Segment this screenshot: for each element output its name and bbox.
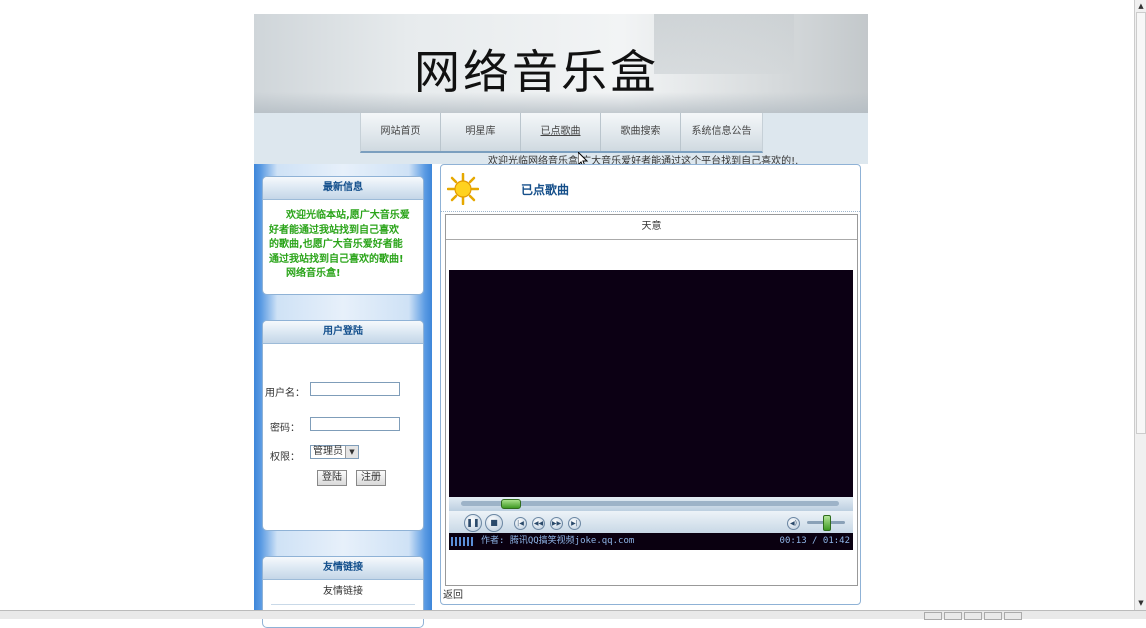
pause-icon[interactable]: ❚❚ [464,514,482,532]
player-controls: ❚❚ ■ |◀ ◀◀ ▶▶ ▶| ◀) [449,511,853,534]
password-field[interactable] [310,417,400,431]
nav-item-announcements[interactable]: 系统信息公告 [681,113,762,151]
next-icon[interactable]: ▶| [568,517,581,530]
volume-handle[interactable] [823,515,831,531]
scroll-up-icon[interactable]: ▲ [1136,1,1146,11]
role-label: 权限： [270,452,300,463]
news-line: 好者能通过我站找到自己喜欢 [269,224,399,236]
password-label: 密码： [270,423,300,434]
status-cell [944,612,962,620]
stop-icon[interactable]: ■ [485,514,503,532]
banner-decoration [654,14,794,74]
fast-forward-icon[interactable]: ▶▶ [550,517,563,530]
username-field[interactable] [310,382,400,396]
news-line: 欢迎光临本站,愿广大音乐爱 [286,210,410,221]
nav-item-label: 歌曲搜索 [620,126,661,137]
status-cell [984,612,1002,620]
nav-item-song-search[interactable]: 歌曲搜索 [601,113,681,151]
nav-item-stars[interactable]: 明星库 [441,113,521,151]
video-author: 作者: 腾讯QQ搞笑视频joke.qq.com [481,536,635,546]
player-info-bar: 作者: 腾讯QQ搞笑视频joke.qq.com 00:13 / 01:42 [449,533,853,550]
main-nav: 网站首页 明星库 已点歌曲 歌曲搜索 系统信息公告 [360,113,763,153]
speaker-icon[interactable]: ◀) [787,517,800,530]
status-cell [1004,612,1022,620]
friend-link[interactable]: 友情链接 [271,580,415,605]
nav-item-home[interactable]: 网站首页 [361,113,441,151]
site-banner: 网络音乐盒 [254,14,868,113]
seek-bar[interactable] [449,497,853,511]
nav-item-label: 明星库 [465,126,496,137]
role-select-value: 管理员 [313,446,343,457]
main-panel: 已点歌曲 天意 ❚❚ ■ |◀ ◀◀ ▶▶ ▶| ◀) 作者: 腾讯QQ搞笑视频… [440,164,861,605]
status-cell [924,612,942,620]
panel-title: 已点歌曲 [521,183,570,197]
news-box-title: 最新信息 [263,177,423,200]
nav-item-label: 已点歌曲 [540,126,581,137]
video-screen[interactable] [449,270,853,497]
back-link[interactable]: 返回 [443,586,463,601]
sun-icon [447,173,479,205]
nav-item-label: 系统信息公告 [691,126,752,137]
player-container: 天意 ❚❚ ■ |◀ ◀◀ ▶▶ ▶| ◀) 作者: 腾讯QQ搞笑视频joke.… [445,214,858,586]
news-line: 的歌曲,也愿广大音乐爱好者能 [269,239,403,250]
site-title: 网络音乐盒 [414,45,659,99]
status-cell [964,612,982,620]
news-text: 欢迎光临本站,愿广大音乐爱 好者能通过我站找到自己喜欢 的歌曲,也愿广大音乐爱好… [263,200,423,282]
seek-handle[interactable] [501,499,522,509]
panel-header: 已点歌曲 [441,165,860,212]
video-time: 00:13 / 01:42 [779,536,850,546]
page-scrollbar[interactable]: ▲ ▼ [1134,0,1146,610]
previous-icon[interactable]: |◀ [514,517,527,530]
login-box-title: 用户登陆 [263,321,423,344]
dropdown-arrow-icon[interactable]: ▼ [345,446,358,458]
equalizer-icon [451,537,475,546]
news-box: 最新信息 欢迎光临本站,愿广大音乐爱 好者能通过我站找到自己喜欢 的歌曲,也愿广… [262,176,424,295]
rewind-icon[interactable]: ◀◀ [532,517,545,530]
friend-links-title: 友情链接 [263,557,423,580]
news-line: 网络音乐盒! [286,268,341,279]
song-title: 天意 [446,215,857,240]
left-sidebar: 最新信息 欢迎光临本站,愿广大音乐爱 好者能通过我站找到自己喜欢 的歌曲,也愿广… [254,164,432,628]
register-button[interactable]: 注册 [356,470,386,486]
nav-item-played-songs[interactable]: 已点歌曲 [521,113,601,151]
nav-item-label: 网站首页 [380,126,421,137]
login-box: 用户登陆 用户名： 密码： 权限： 管理员 ▼ 登陆 注册 [262,320,424,531]
username-label: 用户名： [265,388,305,399]
login-button[interactable]: 登陆 [317,470,347,486]
role-select[interactable]: 管理员 ▼ [310,445,359,459]
scroll-down-icon[interactable]: ▼ [1136,598,1146,608]
scroll-thumb[interactable] [1136,12,1146,434]
news-line: 通过我站找到自己喜欢的歌曲! [269,253,404,265]
